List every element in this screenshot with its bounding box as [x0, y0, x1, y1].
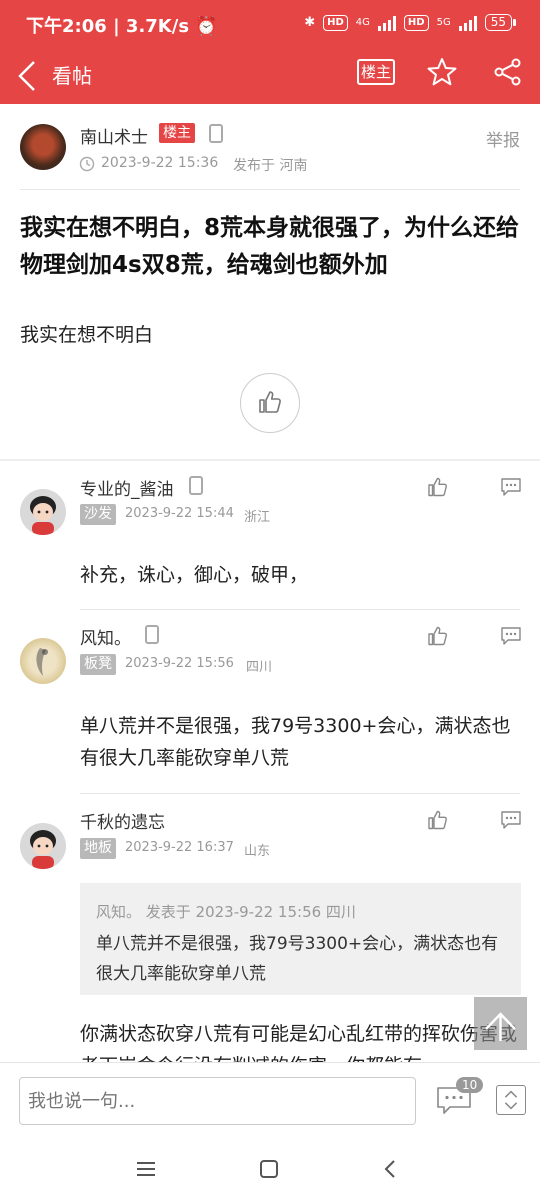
alarm-icon: ⏰ — [195, 16, 218, 37]
reply-text: 单八荒并不是很强，我79号3300+会心，满状态也有很大几率能砍穿单八荒 — [80, 715, 511, 769]
screen: 下午2:06 | 3.7K/s ⏰ ✱ HD 4G HD 5G 55 看帖 楼主 — [0, 0, 540, 1200]
page-jump-icon[interactable] — [496, 1085, 526, 1115]
phone-icon — [145, 625, 159, 644]
network-speed: 3.7K/s — [125, 16, 190, 37]
arrow-up-icon — [485, 1012, 516, 1041]
back-nav-icon[interactable] — [380, 1158, 402, 1180]
status-bar: 下午2:06 | 3.7K/s ⏰ ✱ HD 4G HD 5G 55 — [0, 0, 540, 48]
reply-item: 风知。 板凳 2023-9-22 15:56 四川 单八荒并不是很强，我79号3… — [0, 610, 540, 793]
reply-text: 补充，诛心，御心，破甲， — [80, 564, 309, 586]
phone-icon — [189, 476, 203, 495]
status-separator: | — [113, 16, 120, 37]
post-author-row: 南山术士 楼主 2023-9-22 15:36 发布于 河南 举报 — [0, 104, 540, 190]
reply-time: 2023-9-22 16:37 — [125, 840, 234, 855]
reply-location: 四川 — [246, 660, 273, 675]
battery-icon: 55 — [484, 14, 517, 31]
thumb-up-icon[interactable] — [428, 810, 448, 830]
floor-badge: 地板 — [80, 838, 116, 859]
clock-icon — [79, 156, 95, 172]
status-time: 下午2:06 | 3.7K/s ⏰ — [26, 12, 218, 38]
quote-meta: 风知。 发表于 2023-9-22 15:56 四川 — [96, 903, 356, 921]
bluetooth-icon: ✱ — [304, 15, 316, 30]
reply-item: 专业的_酱油 沙发 2023-9-22 15:44 浙江 补充，诛心，御心，破甲… — [0, 461, 540, 609]
signal-icon — [377, 15, 396, 31]
avatar-image — [20, 489, 66, 535]
avatar-image — [20, 823, 66, 869]
avatar[interactable] — [20, 638, 66, 684]
comment-count-badge: 10 — [456, 1077, 484, 1093]
reply-author-name[interactable]: 风知。 — [80, 624, 131, 649]
avatar[interactable] — [20, 823, 66, 869]
host-badge: 楼主 — [159, 123, 195, 143]
divider — [20, 189, 520, 190]
network-4g-label: 4G — [355, 17, 370, 28]
reply-location: 浙江 — [244, 510, 271, 525]
floor-badge: 沙发 — [80, 504, 116, 525]
phone-icon — [209, 124, 223, 143]
signal-icon-2 — [458, 15, 477, 31]
author-name[interactable]: 南山术士 — [80, 123, 148, 148]
comment-icon[interactable] — [500, 626, 522, 646]
menu-icon[interactable] — [135, 1158, 157, 1180]
nav-bar: 看帖 楼主 — [0, 48, 540, 104]
system-navigation-bar — [0, 1138, 540, 1200]
avatar-image — [36, 648, 48, 676]
post-body: 我实在想不明白 — [20, 324, 154, 346]
comment-icon[interactable] — [500, 477, 522, 497]
floor-badge: 板凳 — [80, 654, 116, 675]
report-link[interactable]: 举报 — [486, 126, 520, 151]
scroll-to-top-button[interactable] — [474, 997, 527, 1050]
reply-author-name[interactable]: 千秋的遗忘 — [80, 808, 165, 833]
reply-input[interactable] — [19, 1077, 416, 1125]
reply-time: 2023-9-22 15:56 — [125, 656, 234, 671]
like-button[interactable] — [240, 373, 300, 433]
clock-text: 下午2:06 — [26, 16, 107, 37]
quoted-reply[interactable]: 风知。 发表于 2023-9-22 15:56 四川 单八荒并不是很强，我79号… — [80, 883, 521, 995]
thumb-up-icon[interactable] — [428, 477, 448, 497]
hd-badge-2: HD — [403, 14, 429, 31]
page-title: 看帖 — [52, 64, 92, 88]
post-location: 发布于 河南 — [233, 158, 308, 174]
post-title: 我实在想不明白，8荒本身就很强了，为什么还给物理剑加4s双8荒，给魂剑也额外加 — [20, 215, 520, 278]
reply-time: 2023-9-22 15:44 — [125, 506, 234, 521]
back-icon[interactable] — [14, 58, 44, 94]
share-icon[interactable] — [492, 56, 524, 88]
thumb-up-icon[interactable] — [428, 626, 448, 646]
quote-text: 单八荒并不是很强，我79号3300+会心，满状态也有很大几率能砍穿单八荒 — [96, 934, 499, 984]
hd-badge: HD — [323, 14, 348, 31]
reply-bar: 10 — [0, 1062, 540, 1138]
home-icon[interactable] — [258, 1158, 280, 1180]
avatar[interactable] — [20, 489, 66, 535]
thumb-up-icon — [259, 391, 281, 413]
status-icons: ✱ HD 4G HD 5G 55 — [304, 14, 517, 31]
reply-location: 山东 — [244, 844, 271, 859]
reply-text: 你满状态砍穿八荒有可能是幻心乱红带的挥砍伤害或者下岗命令行没有削减的伤害，你都能… — [80, 1023, 517, 1062]
top-bar: 下午2:06 | 3.7K/s ⏰ ✱ HD 4G HD 5G 55 看帖 楼主 — [0, 0, 540, 104]
only-host-button[interactable]: 楼主 — [357, 59, 395, 85]
comment-icon[interactable] — [500, 810, 522, 830]
post-time: 2023-9-22 15:36 — [101, 155, 219, 171]
reply-author-name[interactable]: 专业的_酱油 — [80, 475, 174, 500]
avatar[interactable] — [20, 124, 66, 170]
star-icon[interactable] — [426, 56, 458, 88]
network-5g-label: 5G — [436, 17, 451, 28]
